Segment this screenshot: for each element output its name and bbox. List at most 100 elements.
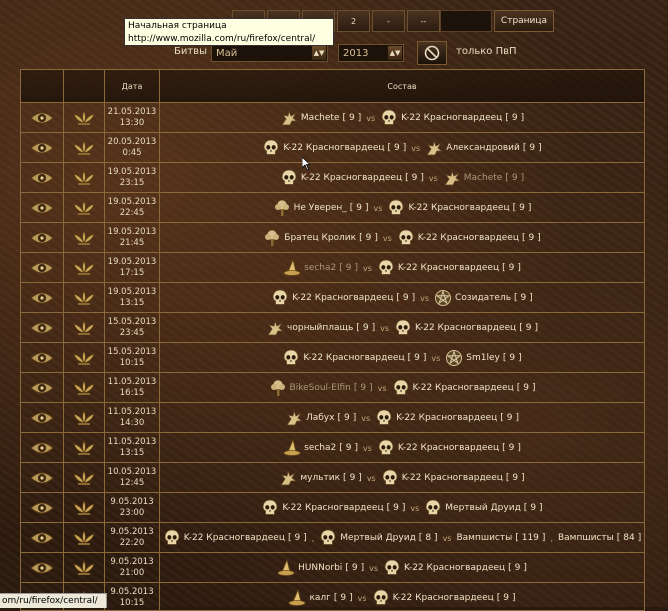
- battle-log-cell[interactable]: [64, 403, 105, 433]
- year-select[interactable]: 2013 ▲▼: [338, 44, 404, 62]
- fighter[interactable]: K-22 Красногвардеец [ 9 ]: [261, 499, 405, 517]
- month-select[interactable]: Май ▲▼: [211, 44, 328, 62]
- lotus-icon[interactable]: [72, 379, 96, 397]
- eye-icon[interactable]: [30, 530, 54, 546]
- fighter[interactable]: K-22 Красногвардеец [ 9 ]: [163, 529, 307, 547]
- fighter[interactable]: K-22 Красногвардеец [ 9 ]: [271, 289, 415, 307]
- view-battle-cell[interactable]: [21, 253, 64, 283]
- page-button[interactable]: 2: [337, 10, 370, 32]
- view-battle-cell[interactable]: [21, 133, 64, 163]
- eye-icon[interactable]: [30, 440, 54, 456]
- fighter[interactable]: K-22 Красногвардеец [ 9 ]: [387, 199, 531, 217]
- view-battle-cell[interactable]: [21, 403, 64, 433]
- battle-log-cell[interactable]: [64, 313, 105, 343]
- fighter[interactable]: K-22 Красногвардеец [ 9 ]: [381, 469, 525, 487]
- spinner-icon[interactable]: ▲▼: [312, 46, 326, 60]
- view-battle-cell[interactable]: [21, 103, 64, 133]
- eye-icon[interactable]: [30, 320, 54, 336]
- fighter[interactable]: Вампшисты [ 84 ]: [558, 533, 641, 543]
- fighter[interactable]: Александровий [ 9 ]: [425, 139, 542, 157]
- lotus-icon[interactable]: [72, 499, 96, 517]
- view-battle-cell[interactable]: [21, 553, 64, 583]
- pvp-filter-button[interactable]: [417, 41, 447, 65]
- lotus-icon[interactable]: [72, 469, 96, 487]
- lotus-icon[interactable]: [72, 319, 96, 337]
- view-battle-cell[interactable]: [21, 523, 64, 553]
- fighter[interactable]: K-22 Красногвардеец [ 9 ]: [380, 109, 524, 127]
- eye-icon[interactable]: [30, 110, 54, 126]
- fighter[interactable]: Machete [ 9 ]: [443, 169, 524, 187]
- view-battle-cell[interactable]: [21, 373, 64, 403]
- eye-icon[interactable]: [30, 200, 54, 216]
- fighter[interactable]: K-22 Красногвардеец [ 9 ]: [394, 319, 538, 337]
- battle-log-cell[interactable]: [64, 193, 105, 223]
- fighter[interactable]: secha2 [ 9 ]: [283, 439, 358, 457]
- view-battle-cell[interactable]: [21, 223, 64, 253]
- fighter[interactable]: K-22 Красногвардеец [ 9 ]: [377, 259, 521, 277]
- battle-log-cell[interactable]: [64, 163, 105, 193]
- lotus-icon[interactable]: [72, 109, 96, 127]
- eye-icon[interactable]: [30, 140, 54, 156]
- spinner-icon[interactable]: ▲▼: [388, 46, 402, 60]
- view-battle-cell[interactable]: [21, 463, 64, 493]
- eye-icon[interactable]: [30, 560, 54, 576]
- lotus-icon[interactable]: [72, 529, 96, 547]
- lotus-icon[interactable]: [72, 289, 96, 307]
- battle-log-cell[interactable]: [64, 493, 105, 523]
- eye-icon[interactable]: [30, 230, 54, 246]
- battle-log-cell[interactable]: [64, 433, 105, 463]
- view-battle-cell[interactable]: [21, 433, 64, 463]
- view-battle-cell[interactable]: [21, 163, 64, 193]
- fighter[interactable]: Вампшисты [ 119 ]: [456, 533, 545, 543]
- fighter[interactable]: мультик [ 9 ]: [279, 469, 362, 487]
- fighter[interactable]: K-22 Красногвардеец [ 9 ]: [282, 349, 426, 367]
- eye-icon[interactable]: [30, 470, 54, 486]
- fighter[interactable]: K-22 Красногвардеец [ 9 ]: [262, 139, 406, 157]
- view-battle-cell[interactable]: [21, 283, 64, 313]
- eye-icon[interactable]: [30, 380, 54, 396]
- battle-log-cell[interactable]: [64, 133, 105, 163]
- battle-log-cell[interactable]: [64, 253, 105, 283]
- eye-icon[interactable]: [30, 500, 54, 516]
- fighter[interactable]: K-22 Красногвардеец [ 9 ]: [280, 169, 424, 187]
- fighter[interactable]: K-22 Красногвардеец [ 9 ]: [372, 589, 516, 607]
- go-to-page-button[interactable]: Страница: [494, 10, 554, 32]
- fighter[interactable]: K-22 Красногвардеец [ 9 ]: [377, 439, 521, 457]
- fighter[interactable]: secha2 [ 9 ]: [283, 259, 358, 277]
- lotus-icon[interactable]: [72, 199, 96, 217]
- battle-log-cell[interactable]: [64, 223, 105, 253]
- fighter[interactable]: BikeSoul-Elfin [ 9 ]: [269, 379, 373, 397]
- fighter[interactable]: Созидатель [ 9 ]: [434, 289, 533, 307]
- lotus-icon[interactable]: [72, 559, 96, 577]
- page-number-input[interactable]: [440, 10, 492, 32]
- lotus-icon[interactable]: [72, 259, 96, 277]
- eye-icon[interactable]: [30, 170, 54, 186]
- battle-log-cell[interactable]: [64, 523, 105, 553]
- fighter[interactable]: HUNNorbi [ 9 ]: [277, 559, 364, 577]
- fighter[interactable]: Sm1ley [ 9 ]: [445, 349, 522, 367]
- lotus-icon[interactable]: [72, 229, 96, 247]
- eye-icon[interactable]: [30, 290, 54, 306]
- lotus-icon[interactable]: [72, 439, 96, 457]
- eye-icon[interactable]: [30, 260, 54, 276]
- fighter[interactable]: Не Уверен_ [ 9 ]: [273, 199, 369, 217]
- fighter[interactable]: K-22 Красногвардеец [ 9 ]: [383, 559, 527, 577]
- view-battle-cell[interactable]: [21, 313, 64, 343]
- page-button[interactable]: -: [372, 10, 405, 32]
- fighter[interactable]: K-22 Красногвардеец [ 9 ]: [375, 409, 519, 427]
- page-button[interactable]: --: [407, 10, 440, 32]
- battle-log-cell[interactable]: [64, 283, 105, 313]
- battle-log-cell[interactable]: [64, 103, 105, 133]
- battle-log-cell[interactable]: [64, 343, 105, 373]
- battle-log-cell[interactable]: [64, 463, 105, 493]
- battle-log-cell[interactable]: [64, 553, 105, 583]
- fighter[interactable]: K-22 Красногвардеец [ 9 ]: [392, 379, 535, 397]
- fighter[interactable]: чорныйплащь [ 9 ]: [266, 319, 375, 337]
- lotus-icon[interactable]: [72, 409, 96, 427]
- fighter[interactable]: калг [ 9 ]: [288, 589, 353, 607]
- eye-icon[interactable]: [30, 410, 54, 426]
- lotus-icon[interactable]: [72, 139, 96, 157]
- view-battle-cell[interactable]: [21, 193, 64, 223]
- fighter[interactable]: Лабух [ 9 ]: [285, 409, 356, 427]
- fighter[interactable]: Machete [ 9 ]: [280, 109, 361, 127]
